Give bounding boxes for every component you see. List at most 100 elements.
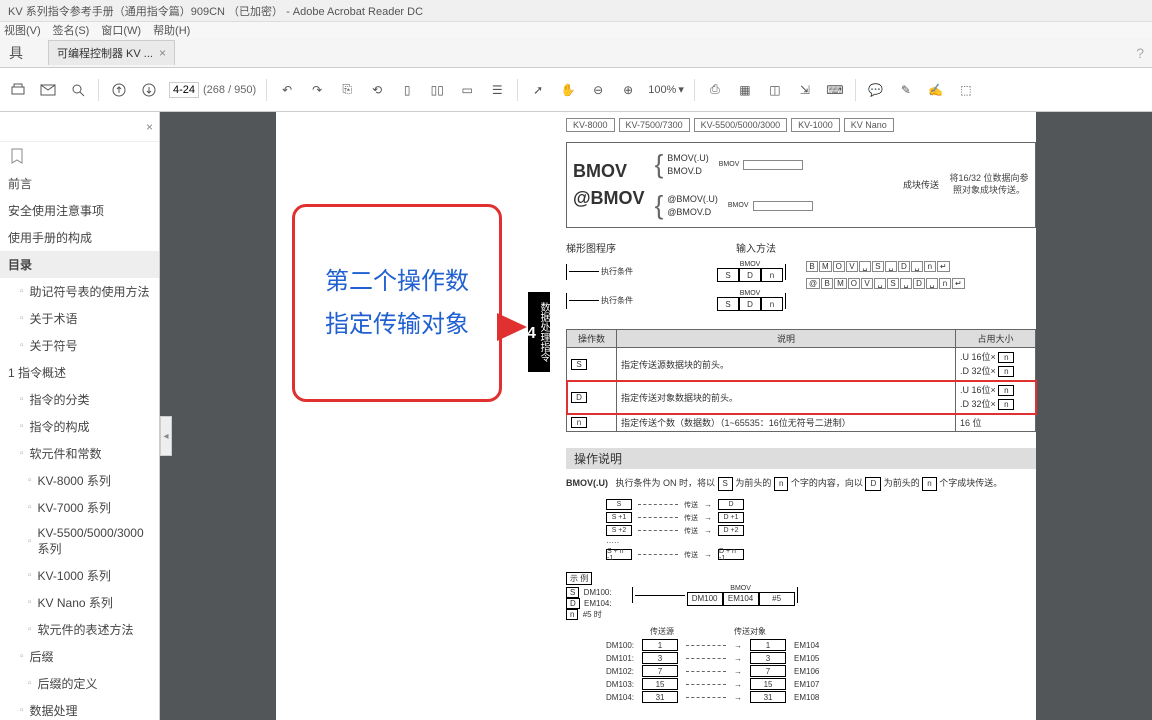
- instruction-desc: 将16/32 位数据向参照对象成块传送。: [949, 173, 1029, 196]
- sidebar-item[interactable]: 目录: [0, 251, 159, 278]
- page-input[interactable]: [169, 82, 199, 98]
- bookmark-icon[interactable]: [0, 142, 159, 170]
- separator: [266, 79, 267, 101]
- sidebar-item[interactable]: ▫KV Nano 系列: [0, 589, 159, 616]
- hand-icon[interactable]: ✋: [558, 80, 578, 100]
- instruction-header-box: BMOV @BMOV {BMOV(.U)BMOV.DBMOV {@BMOV(.U…: [566, 142, 1036, 228]
- sidebar-item[interactable]: 安全使用注意事项: [0, 197, 159, 224]
- annotation-callout: 第二个操作数 指定传输对象: [292, 204, 502, 402]
- menubar: 视图(V) 签名(S) 窗口(W) 帮助(H): [0, 22, 1152, 38]
- table-row: D 指定传送对象数据块的前头。 .U 16位× n.D 32位× n: [567, 381, 1036, 414]
- stamp-icon[interactable]: ⬚: [956, 80, 976, 100]
- tool-icon[interactable]: ⎙: [705, 80, 725, 100]
- separator: [694, 79, 695, 101]
- read-mode-icon[interactable]: ☰: [487, 80, 507, 100]
- sidebar-item[interactable]: ▫数据处理: [0, 697, 159, 720]
- tool-icon[interactable]: ◫: [765, 80, 785, 100]
- operand-table: 操作数说明占用大小 S 指定传送源数据块的前头。 .U 16位× n.D 32位…: [566, 329, 1036, 432]
- undo-icon[interactable]: ↶: [277, 80, 297, 100]
- zoom-in-icon[interactable]: ⊕: [618, 80, 638, 100]
- search-icon[interactable]: [68, 80, 88, 100]
- example-table: 传送源传送对象 DM100:1→1EM104DM101:3→3EM105DM10…: [606, 626, 1036, 703]
- highlight-icon[interactable]: ✎: [896, 80, 916, 100]
- section-headers: 梯形图程序 输入方法: [566, 240, 1036, 255]
- sidebar-item[interactable]: 前言: [0, 170, 159, 197]
- sidebar-item[interactable]: ▫软元件和常数: [0, 440, 159, 467]
- operation-title: 操作说明: [566, 448, 1036, 469]
- sidebar-item[interactable]: ▫关于符号: [0, 332, 159, 359]
- toolbar: (268 / 950) ↶ ↷ ⎘ ⟲ ▯ ▯▯ ▭ ☰ ➚ ✋ ⊖ ⊕ 100…: [0, 68, 1152, 112]
- sidebar-item[interactable]: ▫KV-7000 系列: [0, 494, 159, 521]
- document-tab[interactable]: 可编程控制器 KV ... ×: [48, 40, 175, 65]
- tool-icon[interactable]: ▦: [735, 80, 755, 100]
- redo-icon[interactable]: ↷: [307, 80, 327, 100]
- select-icon[interactable]: ➚: [528, 80, 548, 100]
- sidebar-item[interactable]: ▫软元件的表述方法: [0, 616, 159, 643]
- separator: [517, 79, 518, 101]
- comment-icon[interactable]: 💬: [866, 80, 886, 100]
- ladder-diagram: 执行条件 BMOV SDn 执行条件 BMOV SDn: [566, 261, 786, 319]
- pdf-page: 第二个操作数 指定传输对象 数据处理指令 4 KV-8000KV-7500/73…: [276, 112, 1036, 720]
- instruction-name: BMOV: [573, 161, 645, 182]
- print-icon[interactable]: [8, 80, 28, 100]
- menu-window[interactable]: 窗口(W): [101, 22, 141, 38]
- zoom-out-icon[interactable]: ⊖: [588, 80, 608, 100]
- sign-icon[interactable]: ✍: [926, 80, 946, 100]
- collapse-handle[interactable]: ◂: [160, 416, 172, 456]
- menu-help[interactable]: 帮助(H): [153, 22, 190, 38]
- next-page-icon[interactable]: [139, 80, 159, 100]
- sidebar-item[interactable]: ▫KV-8000 系列: [0, 467, 159, 494]
- sidebar-item[interactable]: ▫指令的分类: [0, 386, 159, 413]
- menu-view[interactable]: 视图(V): [4, 22, 41, 38]
- sidebar-item[interactable]: ▫后缀: [0, 643, 159, 670]
- menu-sign[interactable]: 签名(S): [53, 22, 90, 38]
- tab-label: 可编程控制器 KV ...: [57, 45, 153, 61]
- page-total: (268 / 950): [203, 84, 256, 96]
- kv-tag: KV-7500/7300: [619, 118, 690, 132]
- sidebar-item[interactable]: ▫后缀的定义: [0, 670, 159, 697]
- bookmark-list: 前言安全使用注意事项使用手册的构成目录▫助记符号表的使用方法▫关于术语▫关于符号…: [0, 170, 159, 720]
- transfer-diagram: S传送→DS +1传送→D +1S +2传送→D +2 ····· S + n …: [606, 499, 1036, 560]
- help-icon[interactable]: ?: [1136, 45, 1144, 61]
- mail-icon[interactable]: [38, 80, 58, 100]
- zoom-level[interactable]: 100% ▾: [648, 83, 684, 96]
- input-method: BMOV␣S␣D␣n↵ @BMOV␣S␣D␣n↵: [806, 261, 965, 323]
- page-view-icon[interactable]: ▯: [397, 80, 417, 100]
- bookmarks-sidebar: × 前言安全使用注意事项使用手册的构成目录▫助记符号表的使用方法▫关于术语▫关于…: [0, 112, 160, 720]
- main-area: × 前言安全使用注意事项使用手册的构成目录▫助记符号表的使用方法▫关于术语▫关于…: [0, 112, 1152, 720]
- fit-width-icon[interactable]: ⎘: [337, 80, 357, 100]
- operation-body: BMOV(.U) 执行条件为 ON 时，将以 S 为前头的 n 个字的内容，向以…: [566, 477, 1036, 491]
- two-page-icon[interactable]: ▯▯: [427, 80, 447, 100]
- sidebar-item[interactable]: ▫关于术语: [0, 305, 159, 332]
- scroll-icon[interactable]: ▭: [457, 80, 477, 100]
- sidebar-item[interactable]: 使用手册的构成: [0, 224, 159, 251]
- home-icon[interactable]: 具: [4, 41, 28, 65]
- window-titlebar: KV 系列指令参考手册（通用指令篇）909CN （已加密） - Adobe Ac…: [0, 0, 1152, 22]
- table-row: n 指定传送个数（数据数）（1~65535：16位无符号二进制） 16 位: [567, 414, 1036, 432]
- prev-page-icon[interactable]: [109, 80, 129, 100]
- kv-tag: KV-8000: [566, 118, 615, 132]
- kv-tag: KV-5500/5000/3000: [694, 118, 788, 132]
- sidebar-item[interactable]: ▫指令的构成: [0, 413, 159, 440]
- sidebar-item[interactable]: ▫助记符号表的使用方法: [0, 278, 159, 305]
- sidebar-close[interactable]: ×: [0, 112, 159, 142]
- callout-line2: 指定传输对象: [325, 303, 469, 346]
- close-icon[interactable]: ×: [159, 46, 166, 60]
- sidebar-item[interactable]: ▫KV-5500/5000/3000 系列: [0, 521, 159, 562]
- tabbar: 具 可编程控制器 KV ... × ?: [0, 38, 1152, 68]
- example-section: 示 例 S DM100: D EM104: n #5 时 BMOV DM100E…: [566, 570, 1036, 620]
- tool-icon[interactable]: ⌨: [825, 80, 845, 100]
- table-row: S 指定传送源数据块的前头。 .U 16位× n.D 32位× n: [567, 348, 1036, 381]
- separator: [855, 79, 856, 101]
- kv-tag: KV-1000: [791, 118, 840, 132]
- rotate-icon[interactable]: ⟲: [367, 80, 387, 100]
- window-title: KV 系列指令参考手册（通用指令篇）909CN （已加密） - Adobe Ac…: [8, 3, 423, 19]
- sidebar-item[interactable]: ▫KV-1000 系列: [0, 562, 159, 589]
- page-info: (268 / 950): [169, 82, 256, 98]
- tool-icon[interactable]: ⇲: [795, 80, 815, 100]
- pdf-viewer[interactable]: ◂ 第二个操作数 指定传输对象 数据处理指令 4 KV-8000KV-7500/…: [160, 112, 1152, 720]
- sidebar-item[interactable]: 1 指令概述: [0, 359, 159, 386]
- kv-model-tags: KV-8000 KV-7500/7300 KV-5500/5000/3000KV-1…: [566, 118, 1036, 132]
- separator: [98, 79, 99, 101]
- callout-line1: 第二个操作数: [325, 260, 469, 303]
